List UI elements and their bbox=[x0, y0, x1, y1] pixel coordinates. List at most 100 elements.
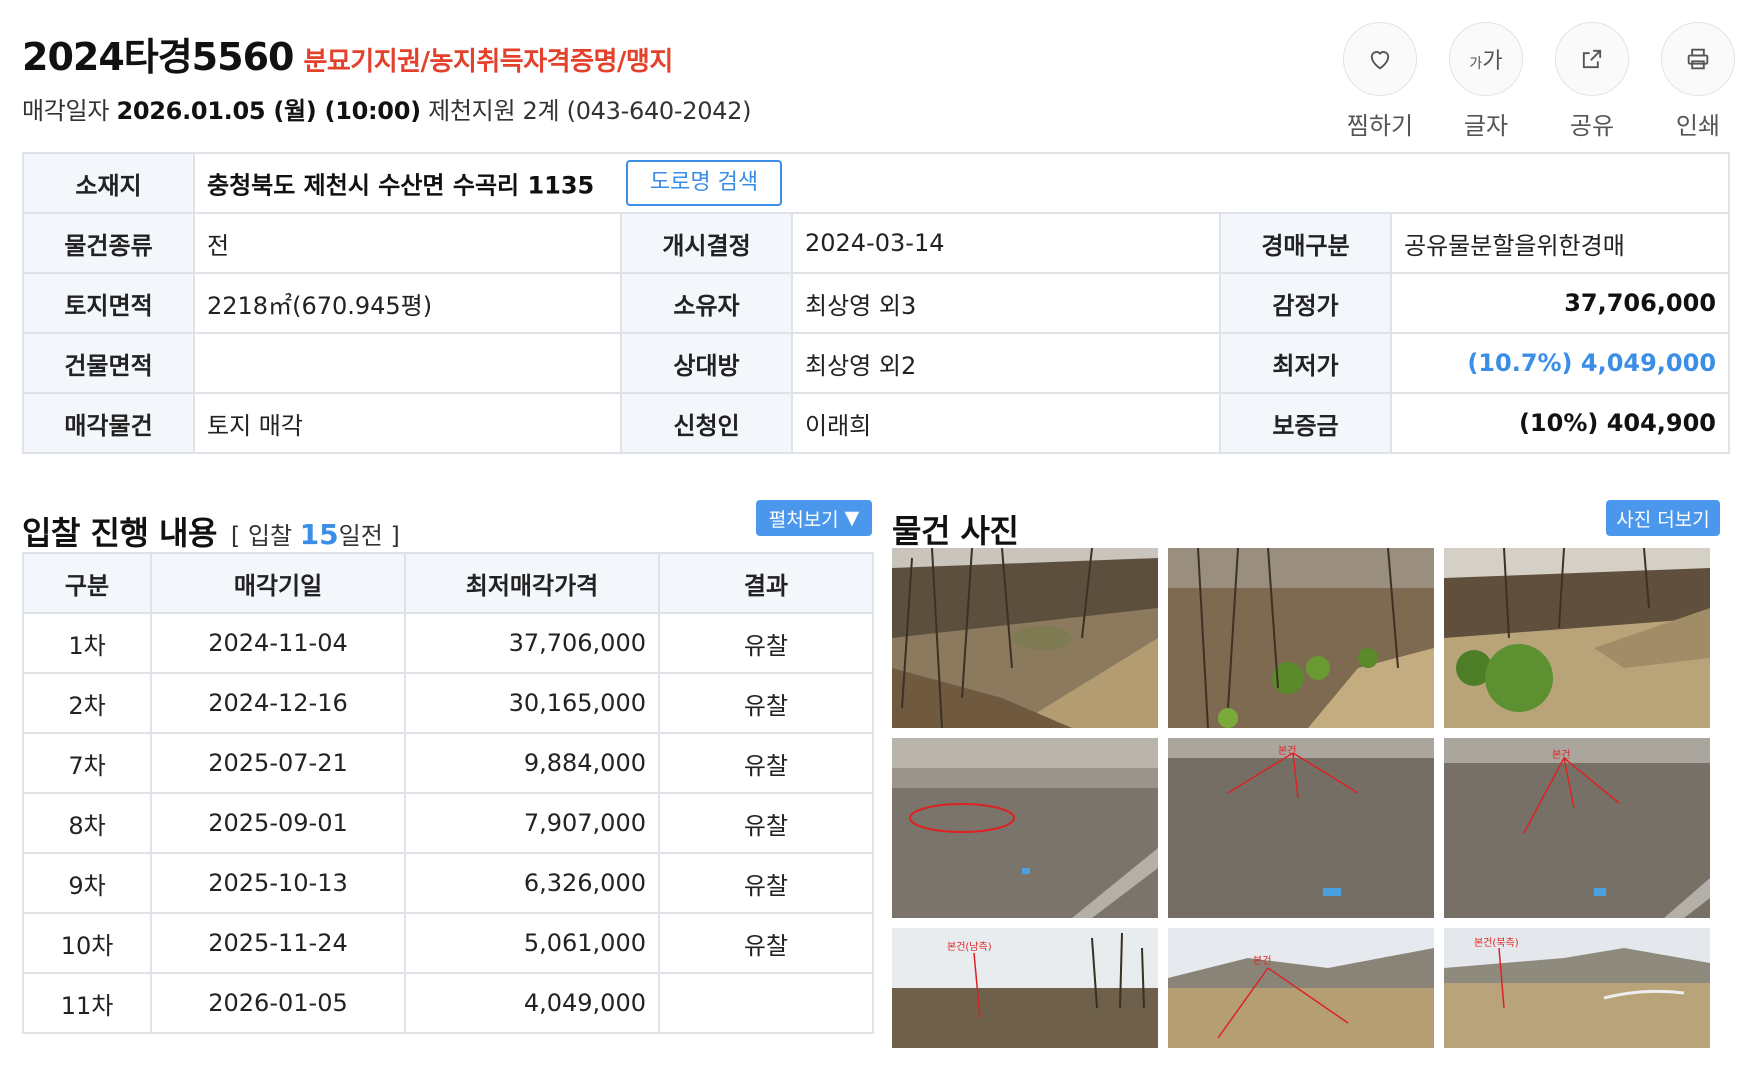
bid-history-table: 구분 매각기일 최저매각가격 결과 1차 2024-11-04 37,706,000… bbox=[22, 552, 874, 1034]
bid-date: 2024-12-16 bbox=[150, 672, 406, 734]
bid-round: 11차 bbox=[22, 972, 152, 1034]
owner-label: 소유자 bbox=[620, 272, 793, 334]
bid-round: 9차 bbox=[22, 852, 152, 914]
bid-result: 유찰 bbox=[658, 672, 874, 734]
info-row: 건물면적 상대방 최상영 외2 최저가 (10.7%) 4,049,000 bbox=[22, 332, 1731, 394]
bid-min-price: 37,706,000 bbox=[404, 612, 660, 674]
photo-thumbnail[interactable] bbox=[892, 548, 1158, 728]
expand-button[interactable]: 펼처보기 ▼ bbox=[756, 500, 872, 536]
col-result: 결과 bbox=[658, 552, 874, 614]
bid-date: 2026-01-05 bbox=[150, 972, 406, 1034]
bid-round: 1차 bbox=[22, 612, 152, 674]
photo-thumbnail[interactable]: 본건 bbox=[1444, 738, 1710, 918]
bid-min-price: 7,907,000 bbox=[404, 792, 660, 854]
photo-thumbnail[interactable] bbox=[1444, 548, 1710, 728]
expand-label: 펼처보기 bbox=[768, 508, 839, 531]
counterparty-label: 상대방 bbox=[620, 332, 793, 394]
bid-min-price: 5,061,000 bbox=[404, 912, 660, 974]
case-number: 2024타경5560 bbox=[22, 35, 294, 79]
counterparty-value: 최상영 외2 bbox=[791, 332, 1221, 394]
svg-text:본건: 본건 bbox=[1253, 955, 1271, 967]
minimum-price-value: (10.7%) 4,049,000 bbox=[1389, 332, 1731, 394]
bid-result: 유찰 bbox=[658, 732, 874, 794]
property-info-table: 소재지 충청북도 제천시 수산면 수곡리 1135 도로명 검색 물건종류 전 … bbox=[22, 152, 1731, 454]
action-bar: 찜하기 가가 글자 공유 인쇄 bbox=[1342, 22, 1736, 141]
land-area-value: 2218㎡(670.945평) bbox=[193, 272, 622, 334]
page-header: 2024타경5560 분묘기지권/농지취득자격증명/맹지 매각일자 2026.0… bbox=[22, 26, 1322, 126]
sale-date-value: 2026.01.05 (월) (10:00) bbox=[116, 97, 421, 125]
property-type-value: 전 bbox=[193, 212, 622, 274]
bid-section-header: 입찰 진행 내용 [ 입찰 15일전 ] bbox=[22, 508, 400, 554]
bid-row: 1차 2024-11-04 37,706,000 유찰 bbox=[22, 612, 874, 674]
sale-item-value: 토지 매각 bbox=[193, 392, 622, 454]
building-area-value bbox=[193, 332, 622, 394]
bid-round: 2차 bbox=[22, 672, 152, 734]
svg-text:본건: 본건 bbox=[1552, 749, 1570, 761]
bid-min-price: 6,326,000 bbox=[404, 852, 660, 914]
bid-min-price: 4,049,000 bbox=[404, 972, 660, 1034]
auction-type-value: 공유물분할을위한경매 bbox=[1389, 212, 1731, 274]
favorite-label: 찜하기 bbox=[1346, 112, 1414, 140]
location-address: 충청북도 제천시 수산면 수곡리 1135 bbox=[207, 171, 595, 200]
bid-result: 유찰 bbox=[658, 612, 874, 674]
print-button[interactable]: 인쇄 bbox=[1660, 22, 1736, 141]
photo-section-title: 물건 사진 bbox=[892, 512, 1019, 550]
print-label: 인쇄 bbox=[1675, 112, 1721, 140]
bid-date: 2025-10-13 bbox=[150, 852, 406, 914]
property-type-label: 물건종류 bbox=[22, 212, 195, 274]
applicant-label: 신청인 bbox=[620, 392, 793, 454]
svg-text:본건: 본건 bbox=[1278, 745, 1296, 757]
info-row: 토지면적 2218㎡(670.945평) 소유자 최상영 외3 감정가 37,7… bbox=[22, 272, 1731, 334]
bid-row: 7차 2025-07-21 9,884,000 유찰 bbox=[22, 732, 874, 794]
owner-value: 최상영 외3 bbox=[791, 272, 1221, 334]
case-title-line: 2024타경5560 분묘기지권/농지취득자격증명/맹지 bbox=[22, 26, 1322, 81]
more-photos-button[interactable]: 사진 더보기 bbox=[1606, 500, 1720, 536]
col-sale-date: 매각기일 bbox=[150, 552, 406, 614]
auction-type-label: 경매구분 bbox=[1219, 212, 1392, 274]
bid-date: 2025-09-01 bbox=[150, 792, 406, 854]
photo-thumbnail[interactable]: 본건 bbox=[1168, 738, 1434, 918]
bid-section-title: 입찰 진행 내용 bbox=[22, 514, 217, 552]
bid-row: 10차 2025-11-24 5,061,000 유찰 bbox=[22, 912, 874, 974]
favorite-button[interactable]: 찜하기 bbox=[1342, 22, 1418, 141]
bid-round: 10차 bbox=[22, 912, 152, 974]
deposit-value: (10%) 404,900 bbox=[1389, 392, 1731, 454]
bid-row: 9차 2025-10-13 6,326,000 유찰 bbox=[22, 852, 874, 914]
bid-min-price: 9,884,000 bbox=[404, 732, 660, 794]
deposit-label: 보증금 bbox=[1219, 392, 1392, 454]
photo-thumbnail[interactable]: 본건 bbox=[1168, 928, 1434, 1048]
info-row: 물건종류 전 개시결정 2024-03-14 경매구분 공유물분할을위한경매 bbox=[22, 212, 1731, 274]
minimum-price-label: 최저가 bbox=[1219, 332, 1392, 394]
bid-result: 유찰 bbox=[658, 852, 874, 914]
col-min-price: 최저매각가격 bbox=[404, 552, 660, 614]
court-info: 제천지원 2계 (043-640-2042) bbox=[428, 97, 752, 125]
road-name-search-button[interactable]: 도로명 검색 bbox=[625, 160, 783, 206]
applicant-value: 이래희 bbox=[791, 392, 1221, 454]
land-area-label: 토지면적 bbox=[22, 272, 195, 334]
triangle-down-icon: ▼ bbox=[844, 507, 860, 529]
font-size-button[interactable]: 가가 글자 bbox=[1448, 22, 1524, 141]
location-cell: 충청북도 제천시 수산면 수곡리 1135 도로명 검색 bbox=[192, 152, 1731, 214]
photo-thumbnail[interactable] bbox=[1168, 548, 1434, 728]
print-icon bbox=[1661, 22, 1735, 96]
info-row: 매각물건 토지 매각 신청인 이래희 보증금 (10%) 404,900 bbox=[22, 392, 1731, 454]
bid-result: 유찰 bbox=[658, 792, 874, 854]
commencement-value: 2024-03-14 bbox=[791, 212, 1221, 274]
bid-round: 7차 bbox=[22, 732, 152, 794]
svg-text:본건(북측): 본건(북측) bbox=[1474, 937, 1519, 949]
photo-thumbnail[interactable]: 본건(북측) bbox=[1444, 928, 1710, 1048]
case-warning-tags: 분묘기지권/농지취득자격증명/맹지 bbox=[303, 47, 673, 77]
share-icon bbox=[1555, 22, 1629, 96]
sale-date-label: 매각일자 bbox=[22, 97, 110, 125]
bid-date: 2025-07-21 bbox=[150, 732, 406, 794]
building-area-label: 건물면적 bbox=[22, 332, 195, 394]
share-label: 공유 bbox=[1569, 112, 1615, 140]
appraisal-value: 37,706,000 bbox=[1389, 272, 1731, 334]
bid-row: 8차 2025-09-01 7,907,000 유찰 bbox=[22, 792, 874, 854]
photo-thumbnail[interactable]: 본건(남측) bbox=[892, 928, 1158, 1048]
heart-icon bbox=[1343, 22, 1417, 96]
share-button[interactable]: 공유 bbox=[1554, 22, 1630, 141]
photo-thumbnail[interactable] bbox=[892, 738, 1158, 918]
col-round: 구분 bbox=[22, 552, 152, 614]
bid-table-header: 구분 매각기일 최저매각가격 결과 bbox=[22, 552, 874, 614]
